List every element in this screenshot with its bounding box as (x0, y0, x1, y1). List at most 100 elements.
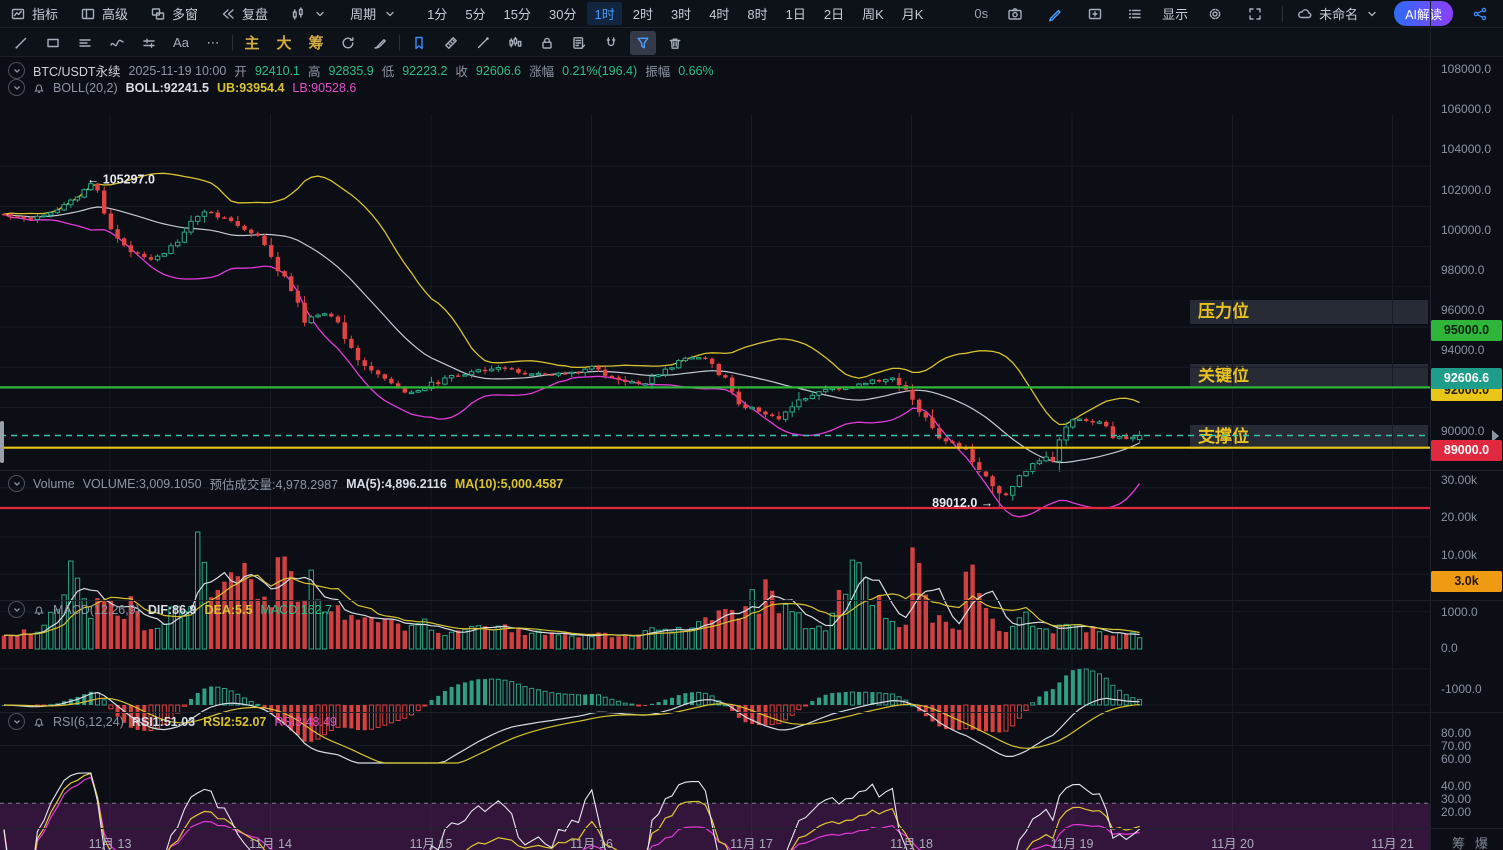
large-view-toggle[interactable]: 大 (271, 31, 297, 55)
rsi-name: RSI(6,12,24) (53, 715, 124, 729)
share-button[interactable] (1467, 2, 1493, 26)
timeframe-1分[interactable]: 1分 (420, 2, 454, 25)
volume-name: Volume (33, 477, 75, 491)
candle-style-dropdown[interactable] (290, 6, 328, 22)
left-scrollbar-thumb[interactable] (0, 421, 4, 463)
draw-mode-button[interactable] (1042, 2, 1068, 26)
price-tick: 90000.0 (1441, 424, 1484, 438)
list-icon (1127, 6, 1143, 22)
order-note-tool-icon[interactable] (566, 31, 592, 55)
chevron-down-icon (312, 6, 328, 22)
rsi-tick: 60.00 (1441, 752, 1471, 766)
adjust-lines-icon[interactable] (136, 31, 162, 55)
wave-tool-icon[interactable] (104, 31, 130, 55)
delete-tool-icon[interactable] (662, 31, 688, 55)
magnet-tool-icon[interactable] (598, 31, 624, 55)
lock-tool-icon[interactable] (534, 31, 560, 55)
more-tools[interactable]: ⋯ (200, 31, 226, 55)
add-pane-button[interactable] (1082, 2, 1108, 26)
timeframe-2日[interactable]: 2日 (817, 2, 851, 25)
pen-tool-icon[interactable] (470, 31, 496, 55)
pane-separator[interactable] (0, 470, 1503, 471)
timeframe-月K[interactable]: 月K (895, 2, 931, 25)
candles-icon (290, 6, 306, 22)
timeframe-1时[interactable]: 1时 (587, 2, 621, 25)
rectangle-icon[interactable] (40, 31, 66, 55)
timeframe-1日[interactable]: 1日 (779, 2, 813, 25)
time-tick: 11月 19 (1051, 833, 1094, 850)
menu-multi-window-label: 多窗 (172, 4, 198, 23)
time-tick: 11月 18 (890, 833, 933, 850)
fullscreen-button[interactable] (1242, 2, 1268, 26)
timeframe-3时[interactable]: 3时 (664, 2, 698, 25)
chips-toggle[interactable]: 筹 (303, 31, 329, 55)
time-tick: 11月 13 (89, 833, 132, 850)
timeframe-8时[interactable]: 8时 (740, 2, 774, 25)
price-tick: 96000.0 (1441, 303, 1484, 317)
timeframe-2时[interactable]: 2时 (626, 2, 660, 25)
alert-bell-icon[interactable] (33, 716, 45, 728)
collapse-chevron-icon[interactable] (8, 713, 25, 730)
menu-replay-label: 复盘 (242, 4, 268, 23)
display-menu[interactable]: 显示 (1162, 4, 1188, 23)
timeframe-15分[interactable]: 15分 (497, 2, 538, 25)
measure-tool-icon[interactable] (438, 31, 464, 55)
pane-separator (0, 828, 1503, 829)
refresh-tool-icon[interactable] (335, 31, 361, 55)
alert-bell-icon[interactable] (33, 82, 45, 94)
timeframe-周K[interactable]: 周K (855, 2, 891, 25)
low-value: 92223.2 (402, 64, 447, 78)
screenshot-button[interactable] (1002, 2, 1028, 26)
horizontal-lines-icon[interactable] (72, 31, 98, 55)
period-dropdown[interactable]: 周期 (350, 4, 398, 23)
vol-ma5-value: MA(5):4,896.2116 (346, 477, 447, 491)
collapse-chevron-icon[interactable] (8, 79, 25, 96)
collapse-chevron-icon[interactable] (8, 601, 25, 618)
open-label: 开 (234, 61, 247, 80)
filter-tool-icon[interactable] (630, 31, 656, 55)
open-value: 92410.1 (255, 64, 300, 78)
time-tick: 11月 14 (249, 833, 292, 850)
panel-icon (80, 6, 96, 22)
brush-tool-icon[interactable] (367, 31, 393, 55)
close-value: 92606.6 (476, 64, 521, 78)
price-tick: 104000.0 (1441, 142, 1491, 156)
macd-tick: 1000.0 (1441, 605, 1478, 619)
chart-line-icon (10, 6, 26, 22)
menu-advanced-label: 高级 (102, 4, 128, 23)
axis-corner-labels[interactable]: 筹爆 (1452, 833, 1498, 850)
text-tool[interactable]: Aa (168, 31, 194, 55)
boll-mid-value: BOLL:92241.5 (126, 81, 209, 95)
boll-upper-value: UB:93954.4 (217, 81, 284, 95)
chevron-down-icon (1364, 6, 1380, 22)
timeframe-30分[interactable]: 30分 (542, 2, 583, 25)
camera-icon (1007, 6, 1023, 22)
period-dropdown-label: 周期 (350, 4, 376, 23)
workspace-dropdown[interactable]: 未命名 (1297, 4, 1380, 23)
amplitude-label: 振幅 (645, 61, 670, 80)
menu-replay[interactable]: 复盘 (220, 4, 268, 23)
pencil-icon (1047, 6, 1063, 22)
chart-canvas[interactable]: 压力位关键位支撑位 ← 105297.089012.0 → (0, 57, 1503, 850)
collapse-chevron-icon[interactable] (8, 62, 25, 79)
timeframe-5分[interactable]: 5分 (458, 2, 492, 25)
trend-line-icon[interactable] (8, 31, 34, 55)
menu-multi-window[interactable]: 多窗 (150, 4, 198, 23)
timeframe-4时[interactable]: 4时 (702, 2, 736, 25)
price-tick: 94000.0 (1441, 343, 1484, 357)
menu-indicators-label: 指标 (32, 4, 58, 23)
settings-button[interactable] (1202, 2, 1228, 26)
macd-header: MACD(12,26,9) DIF:86.9 DEA:5.5 MACD:162.… (8, 601, 332, 618)
bookmark-tool-icon[interactable] (406, 31, 432, 55)
dea-value: DEA:5.5 (204, 603, 252, 617)
pattern-tool-icon[interactable] (502, 31, 528, 55)
main-chart-toggle[interactable]: 主 (239, 31, 265, 55)
layout-list-button[interactable] (1122, 2, 1148, 26)
close-label: 收 (455, 61, 468, 80)
menu-advanced[interactable]: 高级 (80, 4, 128, 23)
menu-indicators[interactable]: 指标 (10, 4, 58, 23)
alert-bell-icon[interactable] (33, 604, 45, 616)
ai-analysis-button[interactable]: AI解读 (1394, 1, 1453, 26)
collapse-chevron-icon[interactable] (8, 475, 25, 492)
current-price-badge: 92606.6 (1431, 368, 1502, 389)
